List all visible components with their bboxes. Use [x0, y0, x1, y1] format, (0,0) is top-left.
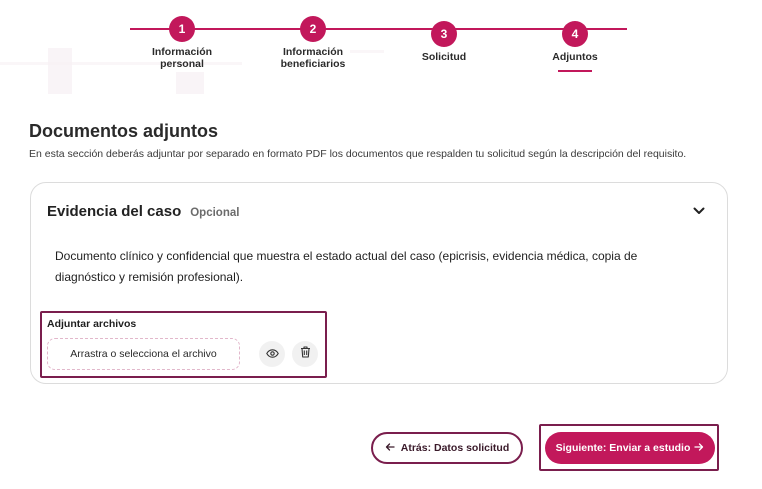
card-description: Documento clínico y confidencial que mue…: [55, 249, 638, 284]
chevron-down-icon[interactable]: [689, 201, 709, 221]
active-step-underline: [558, 69, 592, 72]
step-2-label: Información beneficiarios: [280, 46, 346, 70]
step-2[interactable]: 2 Información beneficiarios: [253, 16, 373, 70]
delete-file-button[interactable]: [292, 341, 318, 367]
step-4-label: Adjuntos: [552, 51, 598, 63]
step-1-circle: 1: [169, 16, 195, 42]
arrow-left-icon: [385, 442, 395, 454]
step-3-label: Solicitud: [421, 51, 467, 63]
step-3[interactable]: 3 Solicitud: [384, 21, 504, 64]
card-header[interactable]: Evidencia del caso Opcional: [47, 203, 239, 220]
card-title: Evidencia del caso: [47, 203, 182, 220]
step-3-circle: 3: [431, 21, 457, 47]
back-button-label: Atrás: Datos solicitud: [400, 442, 510, 454]
next-button-label: Siguiente: Enviar a estudio: [555, 442, 691, 454]
next-button-focus-frame: Siguiente: Enviar a estudio: [539, 424, 719, 471]
page-description: En esta sección deberás adjuntar por sep…: [29, 148, 687, 160]
step-1-label: Información personal: [151, 46, 213, 70]
step-4-circle: 4: [562, 21, 588, 47]
upload-label: Adjuntar archivos: [47, 318, 137, 330]
page-title: Documentos adjuntos: [29, 121, 219, 141]
step-4[interactable]: 4 Adjuntos: [515, 21, 635, 72]
progress-stepper: 1 Información personal 2 Información ben…: [0, 0, 762, 90]
optional-tag: Opcional: [190, 207, 240, 219]
file-dropzone[interactable]: Arrastra o selecciona el archivo: [47, 338, 240, 370]
upload-section: Adjuntar archivos Arrastra o selecciona …: [40, 311, 327, 378]
arrow-right-icon: [694, 442, 704, 454]
next-button[interactable]: Siguiente: Enviar a estudio: [545, 432, 715, 464]
back-button[interactable]: Atrás: Datos solicitud: [371, 432, 523, 464]
step-2-circle: 2: [300, 16, 326, 42]
step-1[interactable]: 1 Información personal: [122, 16, 242, 70]
eye-icon: [265, 345, 279, 363]
trash-icon: [300, 345, 311, 363]
view-file-button[interactable]: [259, 341, 285, 367]
